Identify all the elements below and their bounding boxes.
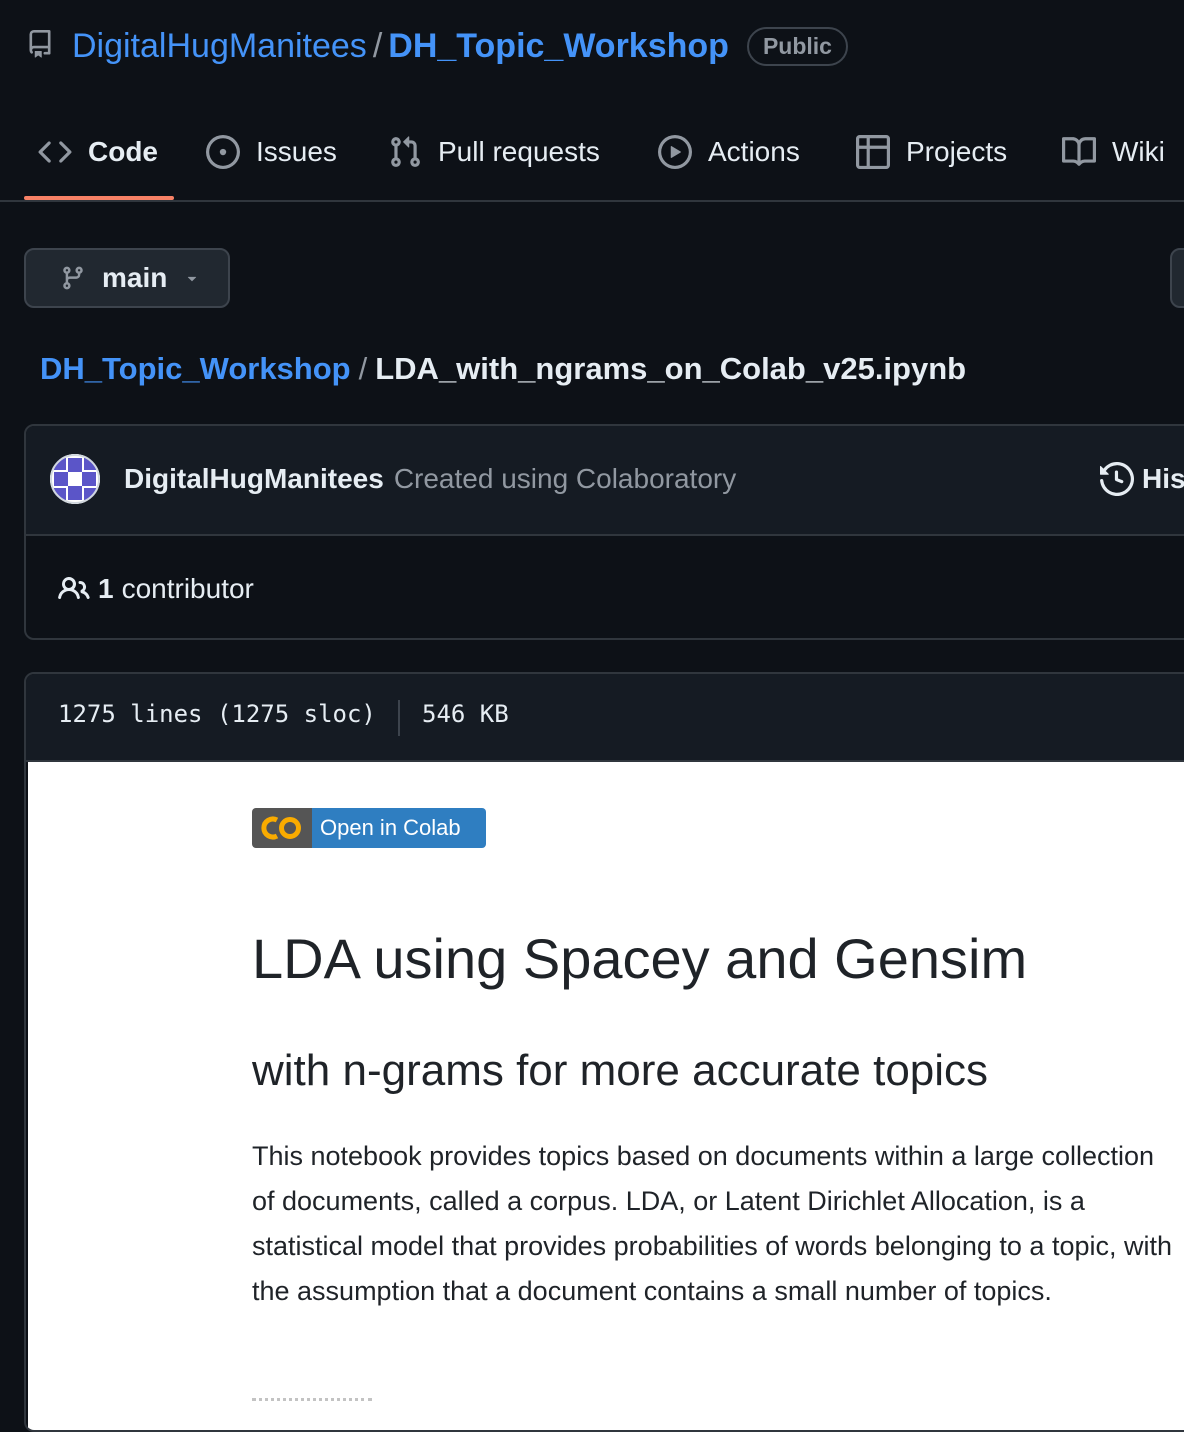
tab-projects-label: Projects (906, 136, 1008, 167)
people-icon (58, 576, 90, 600)
truncated-text (252, 1398, 372, 1411)
notebook-intro-paragraph: This notebook provides topics based on d… (252, 1141, 1172, 1306)
repo-icon (29, 30, 51, 58)
commit-author-link[interactable]: DigitalHugManitees (124, 463, 384, 495)
tab-actions-label: Actions (708, 136, 800, 167)
book-icon (1062, 137, 1096, 166)
branch-selector-button[interactable]: main (24, 248, 230, 308)
issue-opened-icon (206, 135, 240, 169)
open-in-colab-badge[interactable]: Open in Colab (252, 808, 486, 848)
colab-logo-icon (252, 808, 312, 848)
git-branch-icon (63, 266, 83, 290)
triangle-down-icon (188, 276, 197, 282)
repo-owner-link[interactable]: DigitalHugManitees (72, 27, 367, 66)
file-size: 546 KB (422, 700, 509, 728)
code-icon (38, 141, 72, 163)
tab-actions[interactable]: Actions (658, 106, 800, 198)
identicon-icon (50, 454, 100, 504)
commit-summary: DigitalHugManitees Created using Colabor… (124, 456, 736, 502)
tab-issues-label: Issues (256, 136, 337, 167)
go-to-file-button[interactable] (1170, 248, 1184, 308)
contributor-label: contributor (121, 573, 254, 604)
breadcrumb-file-name: LDA_with_ngrams_on_Colab_v25.ipynb (375, 351, 967, 386)
colab-badge-label: Open in Colab (312, 808, 486, 848)
repo-path-separator: / (372, 26, 383, 65)
contributor-count: 1 (98, 573, 114, 604)
repo-path: DigitalHugManitees / DH_Topic_Workshop P… (72, 22, 848, 70)
file-breadcrumb: DH_Topic_Workshop / LDA_with_ngrams_on_C… (40, 346, 966, 392)
notebook-render[interactable]: Open in Colab LDA using Spacey and Gensi… (28, 762, 1184, 1430)
tab-pull-requests-label: Pull requests (438, 136, 600, 167)
commit-row: DigitalHugManitees Created using Colabor… (26, 426, 1184, 536)
history-icon (1100, 462, 1134, 496)
visibility-badge: Public (746, 26, 848, 66)
history-button[interactable]: His (1100, 456, 1184, 502)
latest-commit-box: DigitalHugManitees Created using Colabor… (24, 424, 1184, 640)
breadcrumb-repo-link[interactable]: DH_Topic_Workshop (40, 351, 351, 387)
active-tab-indicator (24, 196, 174, 200)
play-icon (658, 135, 692, 169)
history-label: His (1142, 463, 1184, 494)
notebook-title: LDA using Spacey and Gensim (252, 927, 1028, 990)
repo-nav-tabs: Code Issues Pull requests Actions Projec… (0, 106, 1184, 202)
table-icon (856, 135, 890, 169)
tab-wiki-label: Wiki (1112, 136, 1165, 167)
tab-pull-requests[interactable]: Pull requests (388, 106, 600, 198)
tab-issues[interactable]: Issues (206, 106, 337, 198)
notebook-subtitle: with n-grams for more accurate topics (252, 1046, 989, 1095)
contributors-link[interactable]: 1 contributor (58, 566, 254, 612)
tab-projects[interactable]: Projects (856, 106, 1007, 198)
file-line-count: 1275 lines (1275 sloc) (58, 700, 376, 728)
branch-name: main (102, 262, 168, 293)
tab-code[interactable]: Code (38, 106, 158, 198)
repo-name-link[interactable]: DH_Topic_Workshop (388, 27, 729, 66)
git-pull-request-icon (391, 136, 420, 167)
breadcrumb-separator: / (358, 351, 368, 386)
repo-header: DigitalHugManitees / DH_Topic_Workshop P… (0, 0, 1184, 92)
avatar[interactable] (50, 454, 100, 504)
tab-code-label: Code (88, 136, 158, 167)
file-info-divider (398, 700, 400, 736)
file-info-bar: 1275 lines (1275 sloc) 546 KB (26, 674, 1184, 762)
commit-message-link[interactable]: Created using Colaboratory (394, 463, 736, 495)
tab-wiki[interactable]: Wiki (1062, 106, 1165, 198)
file-viewer: 1275 lines (1275 sloc) 546 KB Open in Co… (24, 672, 1184, 1432)
